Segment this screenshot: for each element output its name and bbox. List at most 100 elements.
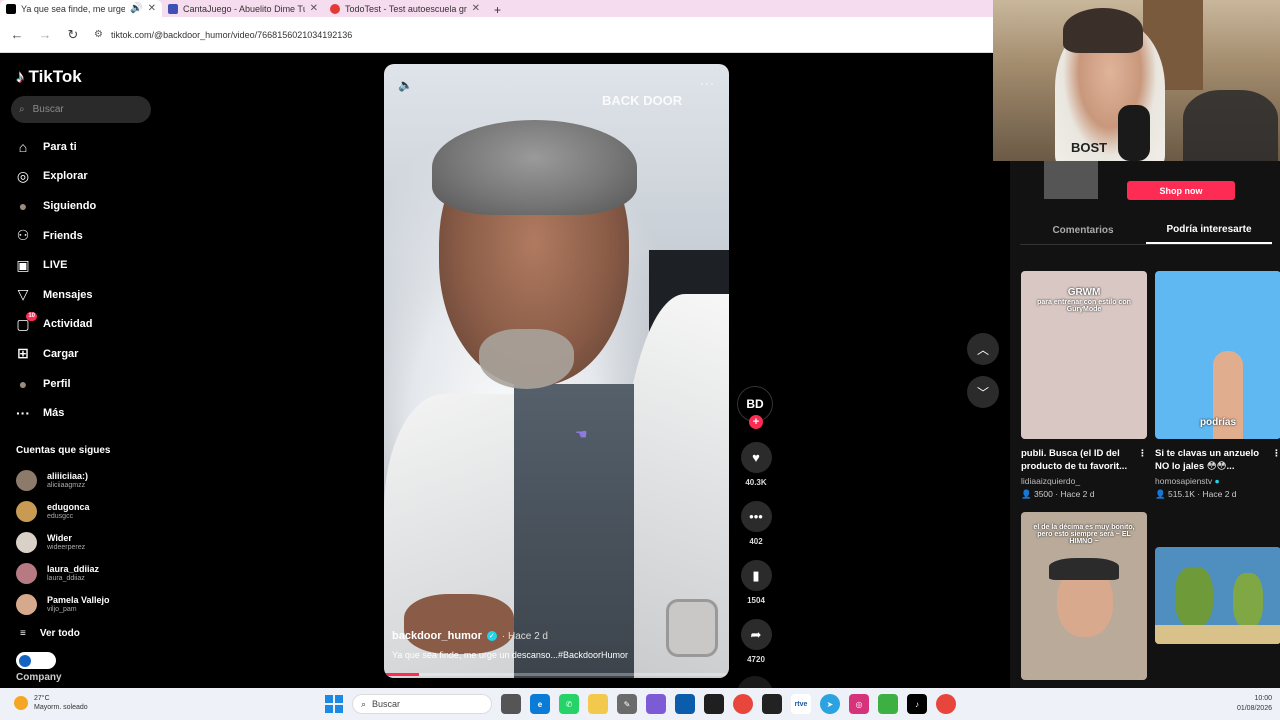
nav-item-actividad[interactable]: ▢ 10 Actividad xyxy=(14,310,159,340)
recommended-video-card[interactable]: GRWM para entrenar con estilo con GuryMo… xyxy=(1021,271,1147,500)
video-thumbnail[interactable]: el de la décima es muy bonito, pero esto… xyxy=(1021,512,1147,680)
app-toggle[interactable] xyxy=(16,652,56,669)
comment-action[interactable]: ••• 402 xyxy=(737,501,775,546)
card-more-icon[interactable]: ⋮ xyxy=(1272,447,1280,460)
whatsapp-icon[interactable]: ✆ xyxy=(559,694,579,714)
share-action[interactable]: ➦ 4720 xyxy=(737,619,775,664)
reload-icon[interactable]: ↻ xyxy=(66,27,80,43)
company-link[interactable]: Company xyxy=(16,672,62,683)
like-action[interactable]: ♥ 40.3K xyxy=(737,442,775,487)
account-handle: aliciiaagmzz xyxy=(47,482,86,489)
webcam-overlay: BOST xyxy=(993,0,1280,161)
site-info-icon[interactable]: ⚙ xyxy=(94,29,103,40)
new-tab-button[interactable]: + xyxy=(486,3,509,17)
followed-account[interactable]: Pamela Vallejo viljo_pam xyxy=(16,589,110,620)
nav-item-explorar[interactable]: ◎ Explorar xyxy=(14,162,159,192)
close-tab-icon[interactable]: ✕ xyxy=(472,3,480,14)
nav-item-perfil[interactable]: ● Perfil xyxy=(14,369,159,399)
tiktok-app-icon[interactable]: ♪ xyxy=(907,694,927,714)
save-action[interactable]: ▮ 1504 xyxy=(737,560,775,605)
card-more-icon[interactable]: ⋮ xyxy=(1138,447,1147,460)
ad-thumbnail[interactable] xyxy=(1044,161,1098,199)
rtve-icon[interactable]: rtve xyxy=(791,694,811,714)
recommended-video-card[interactable]: podrías Si te clavas un anzuelo NO lo ja… xyxy=(1155,271,1280,500)
weather-desc: Mayorm. soleado xyxy=(34,704,88,711)
nav-item-para-ti[interactable]: ⌂ Para ti xyxy=(14,132,159,162)
close-tab-icon[interactable]: ✕ xyxy=(310,3,318,14)
video-card-user[interactable]: lidiaaizquierdo_ xyxy=(1021,476,1147,486)
nav-item-label: Actividad xyxy=(43,318,93,331)
nav-item-cargar[interactable]: ⊞ Cargar xyxy=(14,339,159,369)
more-options-icon[interactable]: ··· xyxy=(700,76,715,90)
nav-item-mensajes[interactable]: ▽ Mensajes xyxy=(14,280,159,310)
nav-item-siguiendo[interactable]: ● Siguiendo xyxy=(14,191,159,221)
video-thumbnail[interactable]: podrías xyxy=(1155,271,1280,439)
pen-app-icon[interactable]: ✎ xyxy=(617,694,637,714)
chrome-profile-icon[interactable] xyxy=(936,694,956,714)
bookmark-icon[interactable]: ▮ xyxy=(740,560,772,591)
app-green-icon[interactable] xyxy=(878,694,898,714)
video-progress-bar[interactable] xyxy=(384,673,729,676)
video-description[interactable]: Ya que sea finde, me urge un descanso...… xyxy=(392,650,722,660)
nav-item-live[interactable]: ▣ LIVE xyxy=(14,250,159,280)
followed-account[interactable]: edugonca edusgcc xyxy=(16,496,110,527)
forward-arrow-icon[interactable]: → xyxy=(38,27,52,42)
taskbar-search-label: Buscar xyxy=(372,699,401,709)
store-icon[interactable] xyxy=(675,694,695,714)
system-clock[interactable]: 10:00 01/08/2026 xyxy=(1222,694,1272,714)
video-card-title[interactable]: Si te clavas un anzuelo NO lo jales 😳😳..… xyxy=(1155,447,1280,473)
volume-icon[interactable]: 🔈 xyxy=(398,78,413,92)
video-thumbnail[interactable]: GRWM para entrenar con estilo con GuryMo… xyxy=(1021,271,1147,439)
nav-item-friends[interactable]: ⚇ Friends xyxy=(14,221,159,251)
instagram-icon[interactable]: ◎ xyxy=(849,694,869,714)
tiktok-logo[interactable]: ♪ TikTok xyxy=(16,67,82,87)
creator-avatar[interactable]: BD + xyxy=(737,386,773,429)
recommended-video-card[interactable]: el de la décima es muy bonito, pero esto… xyxy=(1021,512,1147,680)
video-card-stats: 👤 515.1K · Hace 2 d xyxy=(1155,489,1237,499)
followed-account[interactable]: laura_ddiiaz laura_ddiiaz xyxy=(16,558,110,589)
follow-plus-icon[interactable]: + xyxy=(749,415,763,429)
video-card-title[interactable]: publi. Busca (el ID del producto de tu f… xyxy=(1021,447,1147,473)
browser-tab-tiktok[interactable]: Ya que sea finde, me urge u 🔊 ✕ xyxy=(0,0,162,17)
mouse-cursor-icon: ☚ xyxy=(575,426,588,442)
task-view-icon[interactable] xyxy=(501,694,521,714)
followed-account[interactable]: aliiiciiaa:) aliciiaagmzz xyxy=(16,465,110,496)
weather-widget[interactable]: 27°C Mayorm. soleado xyxy=(14,694,88,712)
file-explorer-icon[interactable] xyxy=(588,694,608,714)
speaker-icon[interactable]: 🔊 xyxy=(130,3,142,14)
nav-item-m-s[interactable]: ··· Más xyxy=(14,398,159,428)
close-tab-icon[interactable]: ✕ xyxy=(148,3,156,14)
windows-start-icon[interactable] xyxy=(325,695,343,713)
media-app-icon[interactable] xyxy=(646,694,666,714)
video-thumbnail[interactable] xyxy=(1155,547,1280,644)
nav-item-label: LIVE xyxy=(43,259,68,272)
media-player-icon[interactable] xyxy=(762,694,782,714)
tab-comments[interactable]: Comentarios xyxy=(1020,217,1146,244)
chrome-icon[interactable] xyxy=(733,694,753,714)
back-arrow-icon[interactable]: ← xyxy=(10,27,24,42)
video-card-user[interactable]: homosapienstv ● xyxy=(1155,476,1280,486)
shop-now-button[interactable]: Shop now xyxy=(1127,181,1235,200)
video-author[interactable]: backdoor_humor xyxy=(392,630,482,642)
browser-tab-cantajuego[interactable]: CantaJuego - Abuelito Dime Tú ✕ xyxy=(162,0,324,17)
search-input[interactable]: ⌕ Buscar xyxy=(11,96,151,123)
browser-tab-todotest[interactable]: TodoTest - Test autoescuela gra ✕ xyxy=(324,0,486,17)
share-icon[interactable]: ➦ xyxy=(740,619,772,650)
action-rail: BD + ♥ 40.3K ••• 402 ▮ 1504 ➦ 4720 BD xyxy=(737,386,775,712)
account-name: Wider xyxy=(47,533,72,543)
see-all-button[interactable]: ≡ Ver todo xyxy=(20,628,80,639)
taskbar-search[interactable]: ⌕ Buscar xyxy=(352,694,492,714)
comment-icon[interactable]: ••• xyxy=(740,501,772,532)
tab-you-may-like[interactable]: Podría interesarte xyxy=(1146,217,1272,244)
video-player[interactable]: BACK DOOR 🔈 ··· ☚ backdoor_humor ✓ · Hac… xyxy=(384,64,729,678)
edge-icon[interactable]: e xyxy=(530,694,550,714)
avatar xyxy=(16,563,37,584)
game-app-icon[interactable] xyxy=(704,694,724,714)
next-video-button[interactable]: ﹀ xyxy=(967,376,999,408)
heart-icon[interactable]: ♥ xyxy=(740,442,772,473)
previous-video-button[interactable]: ︿ xyxy=(967,333,999,365)
followed-account[interactable]: Wider wideerperez xyxy=(16,527,110,558)
url-field[interactable]: ⚙ tiktok.com/@backdoor_humor/video/76681… xyxy=(94,29,352,40)
recommended-video-card[interactable] xyxy=(1155,547,1280,644)
telegram-icon[interactable]: ➤ xyxy=(820,694,840,714)
